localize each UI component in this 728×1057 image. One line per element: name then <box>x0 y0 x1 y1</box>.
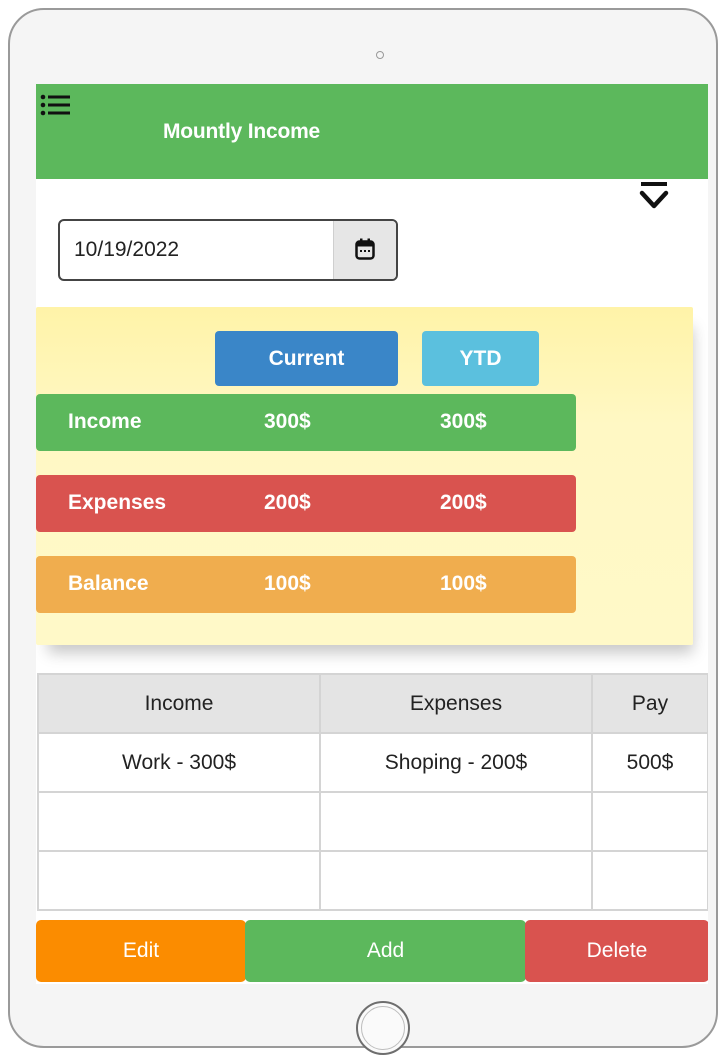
table-cell[interactable] <box>37 850 321 911</box>
table-cell[interactable] <box>591 850 708 911</box>
summary-label: Income <box>68 410 142 433</box>
table-cell[interactable] <box>319 791 593 852</box>
table-cell[interactable] <box>319 850 593 911</box>
summary-label: Expenses <box>68 491 167 514</box>
column-header-pay: Pay <box>591 673 708 734</box>
summary-ytd-value: 100$ <box>440 572 487 595</box>
column-header-income: Income <box>37 673 321 734</box>
summary-label: Balance <box>68 572 149 595</box>
ledger-table: Income Expenses Pay Work - 300$ Shoping … <box>37 673 708 911</box>
table-row[interactable] <box>37 850 708 911</box>
calendar-button[interactable] <box>333 221 396 279</box>
delete-button[interactable]: Delete <box>525 920 708 982</box>
column-header-expenses: Expenses <box>319 673 593 734</box>
summary-current-value: 200$ <box>264 491 311 514</box>
table-cell[interactable]: Work - 300$ <box>37 732 321 793</box>
camera <box>376 51 384 59</box>
table-cell[interactable] <box>37 791 321 852</box>
add-button[interactable]: Add <box>245 920 526 982</box>
summary-current-value: 300$ <box>264 410 311 433</box>
date-input[interactable] <box>60 221 336 279</box>
table-header-row: Income Expenses Pay <box>37 673 708 734</box>
date-picker <box>58 219 398 281</box>
app-screen: Mountly Income Current YTD Income 300 <box>36 84 708 984</box>
table-row[interactable]: Work - 300$ Shoping - 200$ 500$ <box>37 732 708 793</box>
table-row[interactable] <box>37 791 708 852</box>
summary-row-expenses: Expenses 200$ 200$ <box>36 475 576 532</box>
calendar-icon <box>355 238 375 260</box>
summary-row-income: Income 300$ 300$ <box>36 394 576 451</box>
summary-row-balance: Balance 100$ 100$ <box>36 556 576 613</box>
table-cell[interactable] <box>591 791 708 852</box>
chevron-collapse-icon[interactable] <box>637 180 671 214</box>
menu-list-icon[interactable] <box>39 93 73 121</box>
edit-button[interactable]: Edit <box>36 920 246 982</box>
tab-current[interactable]: Current <box>215 331 398 386</box>
summary-current-value: 100$ <box>264 572 311 595</box>
tab-ytd[interactable]: YTD <box>422 331 539 386</box>
table-cell[interactable]: 500$ <box>591 732 708 793</box>
summary-ytd-value: 200$ <box>440 491 487 514</box>
table-cell[interactable]: Shoping - 200$ <box>319 732 593 793</box>
app-header: Mountly Income <box>36 84 708 179</box>
page-title: Mountly Income <box>163 120 321 143</box>
home-button[interactable] <box>356 1001 410 1055</box>
summary-ytd-value: 300$ <box>440 410 487 433</box>
summary-panel: Current YTD Income 300$ 300$ Expenses 20… <box>36 307 693 645</box>
